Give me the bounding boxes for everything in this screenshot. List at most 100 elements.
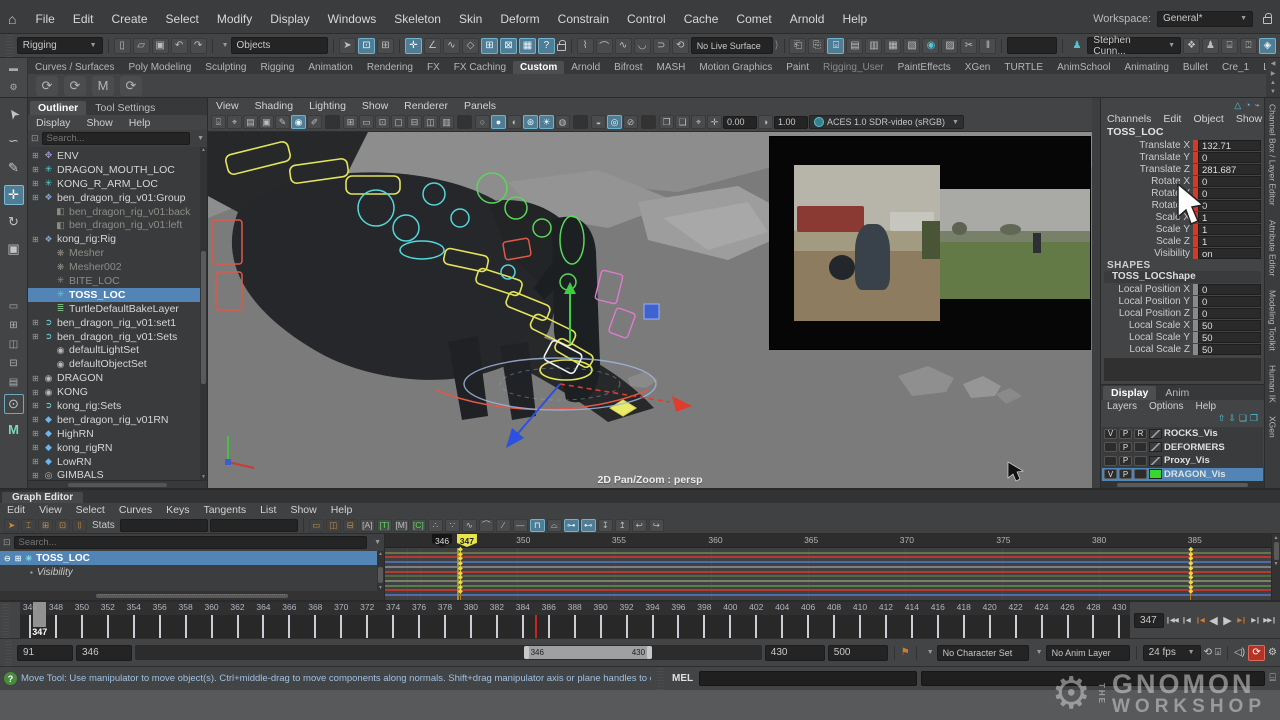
shelf-tab[interactable]: Poly Modeling [121,61,198,74]
two-pane-stacked-layout[interactable]: ⊟ [4,356,24,370]
ipr-render-icon[interactable]: ▦ [884,38,901,54]
animation-curve[interactable] [385,566,1271,568]
snap-points-icon[interactable]: ◇ [462,38,479,54]
side-panel-tab[interactable]: Human IK [1268,365,1278,403]
menubar-item[interactable]: Modify [208,12,261,26]
outliner-item[interactable]: ◉ defaultObjectSet [28,357,207,371]
grid-icon[interactable]: ⊞ [343,115,358,129]
channel-box-menu-item[interactable]: Edit [1157,113,1187,125]
outliner-item[interactable]: ⊞ ➲ ben_dragon_rig_v01:Sets [28,330,207,344]
menubar-item[interactable]: Windows [319,12,386,26]
outliner-item[interactable]: ⊞ ◎ GIMBALS [28,468,207,480]
attribute-value-field[interactable]: 50 [1198,332,1261,343]
step-back-frame-button[interactable]: ❙◀ [1179,612,1192,628]
bookmarks-icon[interactable]: ▤ [243,115,258,129]
animation-curve[interactable] [385,585,1271,587]
make-live-icon[interactable]: ⌇ [577,38,594,54]
layer-color-swatch[interactable] [1149,456,1162,466]
shelf-tab[interactable]: Bullet [1176,61,1215,74]
region-keys-icon[interactable]: ⊡ [55,519,70,532]
channel-attribute-row[interactable]: Rotate Z 0 [1101,199,1264,211]
snapshot-icon[interactable]: ❏ [675,115,690,129]
attribute-value-field[interactable]: 0 [1198,308,1261,319]
attribute-value-field[interactable]: 132.71 [1198,140,1261,151]
shelf-spin-up[interactable]: ▲ [1270,80,1276,86]
select-component-icon[interactable]: ⊞ [377,38,394,54]
shelf-tab[interactable]: Rigging [253,61,301,74]
safe-title-icon[interactable]: ▥ [439,115,454,129]
python-script-icon[interactable]: ⟳ [120,76,142,96]
shelf-tab[interactable]: Animation [301,61,359,74]
shelf-tab[interactable]: FX [420,61,447,74]
graph-time-ruler[interactable]: 346 347 350355360365370375380385 [385,534,1271,548]
layer-visibility-toggle[interactable] [1104,456,1117,466]
shelf-tab[interactable]: Sculpting [198,61,253,74]
shelf-toggle-icon[interactable]: ▬ [9,63,18,73]
keyframe-column[interactable]: ◆ ◆ ◆ ◆ ◆ ◆ ◆ ◆ ◆ ◆ [1186,548,1195,600]
python-script-icon[interactable]: ⟳ [36,76,58,96]
manipulator-icon[interactable]: △ [1234,99,1241,110]
animation-curve[interactable] [385,589,1271,591]
attribute-value-field[interactable]: 1 [1198,212,1261,223]
menubar-item[interactable]: Constrain [549,12,618,26]
hypershade-icon[interactable]: ◉ [922,38,939,54]
move-layer-up-icon[interactable]: ⇧ [1218,413,1226,427]
audio-mute-icon[interactable]: ◁) [1234,647,1245,658]
empty-layer-icon[interactable]: ❏ [1239,413,1247,427]
layer-menu-item[interactable]: Help [1189,401,1222,412]
layer-playback-toggle[interactable]: P [1119,456,1132,466]
graph-node-row[interactable]: ⊖ ⊞ ✳ TOSS_LOC [0,551,384,565]
shelf-scroll-left[interactable]: ◀ [1271,60,1276,67]
shelf-tab[interactable]: FX Caching [447,61,513,74]
outliner-item[interactable]: ⊞ ✳ DRAGON_MOUTH_LOC [28,163,207,177]
channel-attribute-row[interactable]: Local Position Z 0 [1101,307,1264,319]
layer-hscrollbar[interactable] [1101,481,1264,488]
expand-toggle-icon[interactable]: ⊞ [31,443,40,452]
expand-toggle-icon[interactable]: ⊞ [31,401,40,410]
channel-attribute-row[interactable]: Rotate Y 0 [1101,187,1264,199]
xgen-editor-icon[interactable]: ❖ [1183,38,1200,54]
display-layer-row[interactable]: V P R ROCKS_Vis [1102,427,1263,441]
layer-playback-toggle[interactable]: P [1119,442,1132,452]
flat-tangent-icon[interactable]: ― [513,519,528,532]
outliner-item[interactable]: ⊞ ◆ ben_dragon_rig_v01RN [28,413,207,427]
shelf-tab[interactable]: AnimSchool [1050,61,1117,74]
playback-end-field[interactable]: 430 [765,645,825,661]
shelf-tab[interactable]: MASH [650,61,693,74]
layer-visibility-toggle[interactable]: V [1104,429,1117,439]
outliner-item[interactable]: ✳ TOSS_LOC [28,288,207,302]
layer-reference-toggle[interactable]: R [1134,429,1147,439]
menubar-item[interactable]: File [26,12,63,26]
exposure-icon[interactable]: ✛ [707,115,722,129]
timeline-ticks[interactable] [20,615,1130,638]
layer-menu-item[interactable]: Layers [1101,401,1143,412]
channel-attribute-row[interactable]: Scale X 1 [1101,211,1264,223]
new-scene-icon[interactable]: ▯ [114,38,131,54]
layer-visibility-toggle[interactable]: V [1104,469,1117,479]
animation-curve[interactable] [385,594,1271,596]
current-time-field[interactable]: 347 [1134,613,1164,628]
render-frame-icon[interactable]: ⎘ [808,38,825,54]
stats-field-1[interactable] [120,519,208,532]
shelf-tab[interactable]: PaintEffects [891,61,958,74]
channel-attribute-row[interactable]: Local Scale Z 50 [1101,343,1264,355]
menubar-item[interactable]: Edit [64,12,103,26]
divider[interactable]: | [457,115,472,129]
outliner-item[interactable]: ⊞ ❖ kong_rig:Rig [28,232,207,246]
shelf-options-icon[interactable]: ⚙ [9,82,17,93]
outliner-item[interactable]: ⊞ ✳ KONG_R_ARM_LOC [28,177,207,191]
divider[interactable]: | [573,115,588,129]
isolate-select-icon[interactable]: ◎ [607,115,622,129]
open-scene-icon[interactable]: ▱ [133,38,150,54]
lattice-deform-keys-icon[interactable]: ⊞ [38,519,53,532]
move-layer-down-icon[interactable]: ⇩ [1228,413,1236,427]
plane-icon[interactable]: ⊘ [623,115,638,129]
select-object-icon[interactable]: ⊡ [358,38,375,54]
unify-tangents-icon[interactable]: ∵ [445,519,460,532]
2d-pan-zoom-icon[interactable]: ✎ [275,115,290,129]
mixed-tangent-icon[interactable]: [M] [394,519,409,532]
attribute-value-field[interactable]: 0 [1198,176,1261,187]
outliner-item[interactable]: ⊞ ◆ LowRN [28,455,207,469]
graph-editor-menu-item[interactable]: Help [324,504,360,516]
snap-curves-icon[interactable]: ⊠ [500,38,517,54]
